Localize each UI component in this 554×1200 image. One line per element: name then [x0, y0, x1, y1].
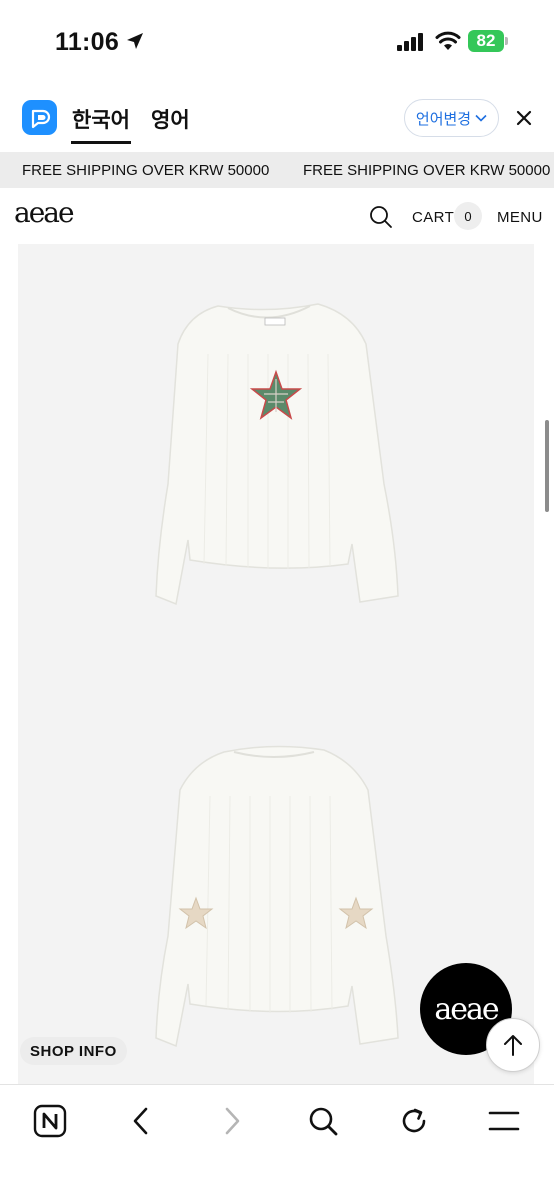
change-language-button[interactable]: 언어변경	[404, 99, 499, 137]
product-image-front[interactable]	[18, 244, 534, 666]
tab-korean[interactable]: 한국어	[72, 104, 130, 134]
search-icon[interactable]	[369, 205, 393, 229]
signal-icon	[397, 33, 423, 51]
cart-link[interactable]: CART	[412, 209, 454, 226]
wifi-icon	[435, 31, 461, 50]
announcement-item: FREE SHIPPING OVER KRW 50000	[22, 162, 270, 179]
scroll-indicator[interactable]	[545, 420, 549, 512]
back-arrow-icon	[133, 1107, 148, 1135]
forward-arrow-icon	[225, 1107, 240, 1135]
brand-logo[interactable]: aeae	[14, 196, 75, 229]
search-icon	[309, 1107, 338, 1136]
chevron-down-icon	[475, 114, 487, 122]
battery-icon: 82	[468, 30, 504, 52]
forward-button[interactable]	[212, 1101, 252, 1141]
translate-bar: 한국어 영어 언어변경	[0, 96, 554, 144]
close-icon[interactable]	[514, 108, 534, 128]
site-header: aeae CART 0 MENU	[0, 190, 554, 242]
hamburger-menu-icon	[488, 1111, 520, 1131]
announcement-item: FREE SHIPPING OVER KRW 50000	[303, 162, 551, 179]
shop-info-button[interactable]: SHOP INFO	[20, 1037, 127, 1065]
naver-home-button[interactable]	[30, 1101, 70, 1141]
change-language-label: 언어변경	[415, 110, 472, 128]
cart-count-badge[interactable]: 0	[454, 202, 482, 230]
naver-home-icon	[33, 1104, 67, 1138]
refresh-button[interactable]	[394, 1101, 434, 1141]
status-bar: 11:06 82	[0, 0, 554, 84]
browser-toolbar	[0, 1084, 554, 1200]
arrow-up-icon	[504, 1035, 522, 1056]
battery-cap	[505, 37, 508, 45]
neck-tag	[264, 317, 286, 326]
menu-button[interactable]: MENU	[497, 209, 543, 226]
battery-level: 82	[476, 31, 496, 50]
status-time: 11:06	[55, 28, 120, 56]
announcement-bar: FREE SHIPPING OVER KRW 50000 FREE SHIPPI…	[0, 152, 554, 188]
toolbar-search-button[interactable]	[303, 1101, 343, 1141]
papago-translate-icon	[22, 100, 57, 135]
tab-english[interactable]: 영어	[151, 104, 190, 134]
refresh-icon	[402, 1108, 426, 1133]
back-button[interactable]	[121, 1101, 161, 1141]
active-tab-underline	[71, 141, 131, 144]
sweater-front-illustration	[155, 303, 399, 606]
scroll-to-top-button[interactable]	[486, 1018, 540, 1072]
menu-button-toolbar[interactable]	[484, 1101, 524, 1141]
location-arrow-icon	[127, 33, 143, 49]
